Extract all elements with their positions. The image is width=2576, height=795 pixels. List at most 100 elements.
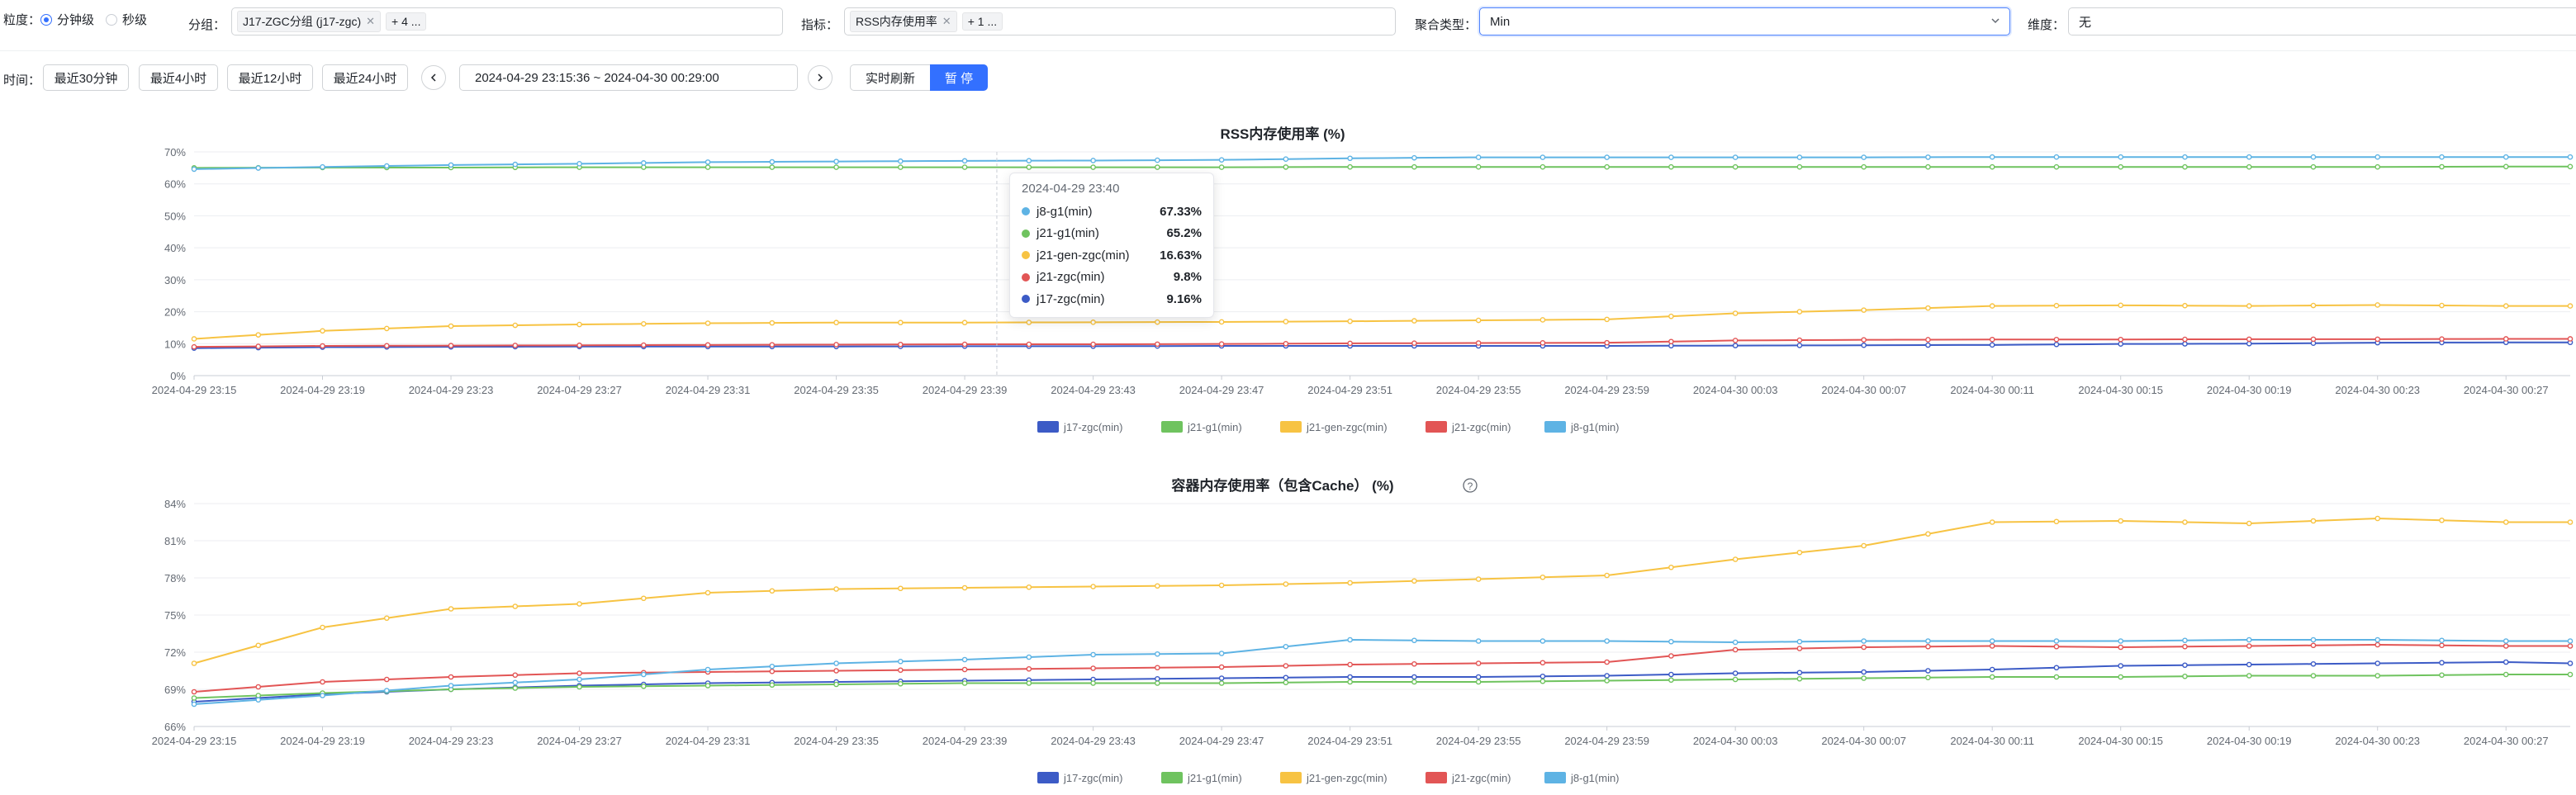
data-point — [704, 164, 711, 170]
legend-item[interactable]: j21-gen-zgc(min) — [1280, 772, 1388, 784]
data-point — [1155, 680, 1160, 686]
data-point — [448, 162, 454, 168]
x-tick-label: 2024-04-30 00:07 — [1821, 735, 1906, 747]
data-point — [1925, 643, 1931, 650]
legend-item[interactable]: j17-zgc(min) — [1037, 772, 1123, 784]
data-point — [1283, 679, 1289, 686]
data-point — [1155, 583, 1160, 589]
data-point — [448, 323, 454, 329]
data-point — [2567, 154, 2574, 160]
data-point — [1732, 670, 1739, 676]
data-point — [2567, 163, 2574, 170]
help-icon[interactable]: ? — [1463, 478, 1478, 493]
legend-swatch-icon — [1161, 772, 1183, 783]
legend-item[interactable]: j21-g1(min) — [1161, 421, 1242, 433]
data-point — [1026, 654, 1032, 660]
data-point — [1155, 651, 1160, 657]
data-point — [898, 680, 904, 687]
tooltip-series-name: j21-zgc(min) — [1037, 270, 1105, 285]
x-tick-label: 2024-04-30 00:19 — [2207, 735, 2292, 747]
data-point — [769, 342, 776, 348]
legend-item[interactable]: j8-g1(min) — [1544, 421, 1620, 433]
data-point — [1732, 556, 1739, 562]
data-point — [1347, 318, 1353, 324]
data-point — [640, 671, 647, 678]
data-point — [2246, 520, 2252, 527]
data-point — [512, 343, 519, 348]
data-point — [2118, 341, 2124, 347]
x-tick-label: 2024-04-29 23:43 — [1051, 735, 1136, 747]
data-point — [704, 320, 711, 326]
data-point — [1347, 679, 1353, 685]
x-tick-label: 2024-04-30 00:23 — [2335, 735, 2420, 747]
x-tick-label: 2024-04-29 23:35 — [794, 735, 879, 747]
data-point — [320, 328, 325, 334]
x-tick-label: 2024-04-29 23:23 — [409, 384, 494, 396]
data-point — [2310, 163, 2317, 170]
chart2-legend: j17-zgc(min) j21-g1(min) j21-gen-zgc(min) j… — [1037, 772, 1620, 784]
legend-item[interactable]: j8-g1(min) — [1544, 772, 1620, 784]
data-point — [2374, 673, 2381, 679]
data-point — [576, 342, 582, 348]
data-point — [1411, 340, 1417, 347]
data-point — [255, 693, 262, 698]
data-point — [1026, 158, 1032, 163]
x-tick-label: 2024-04-29 23:23 — [409, 735, 494, 747]
tooltip-series-name: j8-g1(min) — [1037, 204, 1093, 219]
data-point — [1604, 638, 1610, 644]
data-point — [191, 695, 197, 701]
x-tick-label: 2024-04-29 23:19 — [280, 384, 365, 396]
x-tick-label: 2024-04-30 00:03 — [1693, 384, 1778, 396]
data-point — [2053, 154, 2060, 160]
chart1-title: RSS内存使用率 (%) — [1220, 125, 1345, 142]
data-point — [898, 658, 904, 665]
data-point — [2310, 673, 2317, 679]
data-point — [1668, 638, 1674, 645]
data-point — [1475, 340, 1482, 346]
data-point — [898, 164, 904, 170]
data-point — [640, 683, 647, 689]
series-dot-icon — [1022, 295, 1030, 304]
legend-item[interactable]: j21-gen-zgc(min) — [1280, 421, 1388, 433]
data-point — [2182, 163, 2188, 170]
data-point — [2053, 341, 2060, 348]
y-tick-label: 60% — [164, 178, 186, 191]
y-tick-label: 66% — [164, 721, 186, 733]
data-point — [1411, 637, 1417, 644]
data-point — [1026, 680, 1032, 686]
data-point — [640, 160, 647, 166]
data-point — [769, 159, 776, 165]
x-tick-label: 2024-04-29 23:35 — [794, 384, 879, 396]
legend-item[interactable]: j17-zgc(min) — [1037, 421, 1123, 433]
data-point — [769, 164, 776, 170]
data-point — [1925, 342, 1931, 348]
data-point — [2182, 643, 2188, 650]
tooltip-row: j8-g1(min) 67.33% — [1022, 201, 1202, 223]
legend-item[interactable]: j21-zgc(min) — [1426, 772, 1511, 784]
data-point — [320, 693, 325, 698]
data-point — [640, 595, 647, 602]
data-point — [1796, 309, 1803, 315]
data-point — [1475, 674, 1482, 680]
series-j8-g1min — [191, 154, 2574, 173]
data-point — [833, 164, 839, 170]
data-point — [1347, 636, 1353, 643]
legend-item[interactable]: j21-g1(min) — [1161, 772, 1242, 784]
x-tick-label: 2024-04-29 23:47 — [1179, 735, 1264, 747]
data-point — [2246, 661, 2252, 668]
data-point — [1861, 675, 1867, 681]
legend-label: j21-g1(min) — [1187, 772, 1242, 784]
data-point — [1925, 638, 1931, 644]
data-point — [1218, 675, 1225, 681]
data-point — [1155, 157, 1160, 163]
chart1-legend: j17-zgc(min) j21-g1(min) j21-gen-zgc(min) j… — [1037, 421, 1620, 433]
data-point — [1989, 163, 1995, 170]
data-point — [2182, 673, 2188, 679]
data-point — [1796, 163, 1803, 170]
series-j8-g1min — [191, 636, 2574, 707]
data-point — [1411, 679, 1417, 685]
data-point — [1539, 678, 1546, 684]
data-point — [1989, 638, 1995, 644]
data-point — [898, 667, 904, 674]
legend-item[interactable]: j21-zgc(min) — [1426, 421, 1511, 433]
